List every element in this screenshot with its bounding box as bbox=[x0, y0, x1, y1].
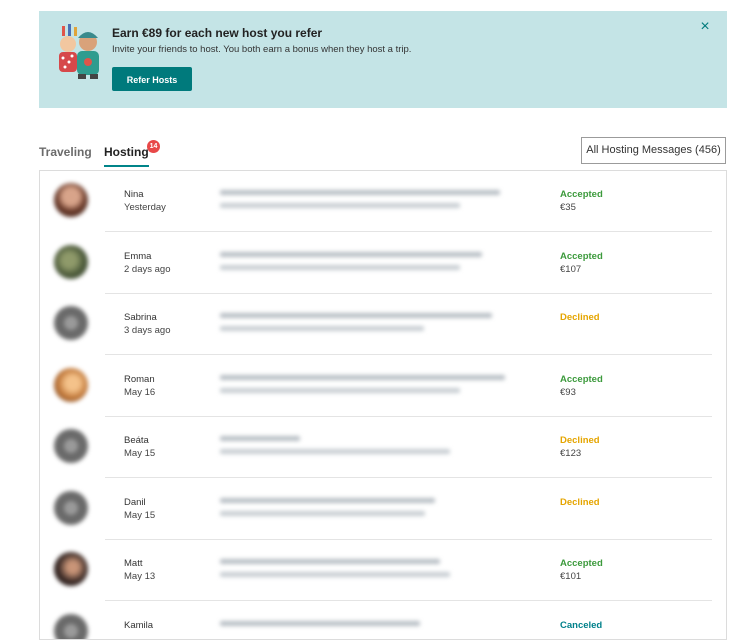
message-date: May 13 bbox=[124, 571, 155, 582]
reservation-price: €35 bbox=[560, 202, 576, 213]
reservation-price: €107 bbox=[560, 264, 581, 275]
message-preview-blurred bbox=[220, 250, 505, 280]
reservation-price: €101 bbox=[560, 571, 581, 582]
banner-subtitle: Invite your friends to host. You both ea… bbox=[112, 44, 411, 55]
avatar bbox=[54, 552, 88, 586]
message-preview-blurred bbox=[220, 434, 505, 464]
avatar bbox=[54, 491, 88, 525]
guest-name: Sabrina bbox=[124, 312, 157, 323]
preview-line bbox=[220, 313, 492, 318]
message-preview-blurred bbox=[220, 496, 505, 526]
reservation-price: €123 bbox=[560, 448, 581, 459]
message-date: May 15 bbox=[124, 510, 155, 521]
message-preview-blurred bbox=[220, 557, 505, 587]
message-preview-blurred bbox=[220, 619, 505, 640]
preview-line bbox=[220, 436, 300, 441]
message-preview-blurred bbox=[220, 311, 505, 341]
preview-line bbox=[220, 265, 460, 270]
message-row[interactable]: Emma 2 days ago Accepted €107 bbox=[40, 233, 726, 294]
message-row[interactable]: Kamila Canceled bbox=[40, 602, 726, 640]
preview-line bbox=[220, 252, 482, 257]
reservation-price: €93 bbox=[560, 387, 576, 398]
guest-name: Kamila bbox=[124, 620, 153, 631]
message-row[interactable]: Roman May 16 Accepted €93 bbox=[40, 356, 726, 417]
banner-title: Earn €89 for each new host you refer bbox=[112, 26, 322, 40]
preview-line bbox=[220, 449, 450, 454]
guest-name: Nina bbox=[124, 189, 144, 200]
message-date: 2 days ago bbox=[124, 264, 170, 275]
avatar bbox=[54, 429, 88, 463]
reservation-status: Declined bbox=[560, 497, 600, 508]
message-row[interactable]: Sabrina 3 days ago Declined bbox=[40, 294, 726, 355]
reservation-status: Declined bbox=[560, 435, 600, 446]
message-preview-blurred bbox=[220, 188, 505, 218]
message-row[interactable]: Danil May 15 Declined bbox=[40, 479, 726, 540]
reservation-status: Accepted bbox=[560, 189, 603, 200]
avatar bbox=[54, 183, 88, 217]
preview-line bbox=[220, 572, 450, 577]
preview-line bbox=[220, 621, 420, 626]
guest-name: Matt bbox=[124, 558, 142, 569]
hosting-unread-badge: 14 bbox=[147, 140, 160, 153]
message-date: 3 days ago bbox=[124, 325, 170, 336]
tab-traveling[interactable]: Traveling bbox=[39, 145, 92, 159]
message-row[interactable]: Beáta May 15 Declined €123 bbox=[40, 417, 726, 478]
preview-line bbox=[220, 190, 500, 195]
preview-line bbox=[220, 559, 440, 564]
preview-line bbox=[220, 388, 460, 393]
referral-banner: Earn €89 for each new host you refer Inv… bbox=[39, 11, 727, 108]
guest-name: Roman bbox=[124, 374, 155, 385]
message-date: Yesterday bbox=[124, 202, 166, 213]
avatar bbox=[54, 245, 88, 279]
message-list: Nina Yesterday Accepted €35 Emma 2 days ago Ac… bbox=[39, 170, 727, 640]
preview-line bbox=[220, 375, 505, 380]
guest-name: Beáta bbox=[124, 435, 149, 446]
reservation-status: Declined bbox=[560, 312, 600, 323]
close-icon[interactable]: × bbox=[697, 19, 713, 35]
preview-line bbox=[220, 203, 460, 208]
refer-hosts-button[interactable]: Refer Hosts bbox=[112, 67, 192, 91]
message-date: May 15 bbox=[124, 448, 155, 459]
avatar bbox=[54, 306, 88, 340]
message-date: May 16 bbox=[124, 387, 155, 398]
reservation-status: Accepted bbox=[560, 374, 603, 385]
message-preview-blurred bbox=[220, 373, 505, 403]
guest-name: Emma bbox=[124, 251, 151, 262]
avatar bbox=[54, 614, 88, 640]
reservation-status: Accepted bbox=[560, 251, 603, 262]
preview-line bbox=[220, 498, 435, 503]
guest-name: Danil bbox=[124, 497, 146, 508]
reservation-status: Canceled bbox=[560, 620, 602, 631]
preview-line bbox=[220, 326, 424, 331]
reservation-status: Accepted bbox=[560, 558, 603, 569]
referral-illustration-icon bbox=[54, 24, 104, 80]
preview-line bbox=[220, 511, 425, 516]
message-row[interactable]: Nina Yesterday Accepted €35 bbox=[40, 171, 726, 232]
all-hosting-messages-dropdown[interactable]: All Hosting Messages (456) bbox=[581, 137, 726, 164]
message-row[interactable]: Matt May 13 Accepted €101 bbox=[40, 540, 726, 601]
tab-hosting[interactable]: Hosting bbox=[104, 145, 149, 167]
avatar bbox=[54, 368, 88, 402]
